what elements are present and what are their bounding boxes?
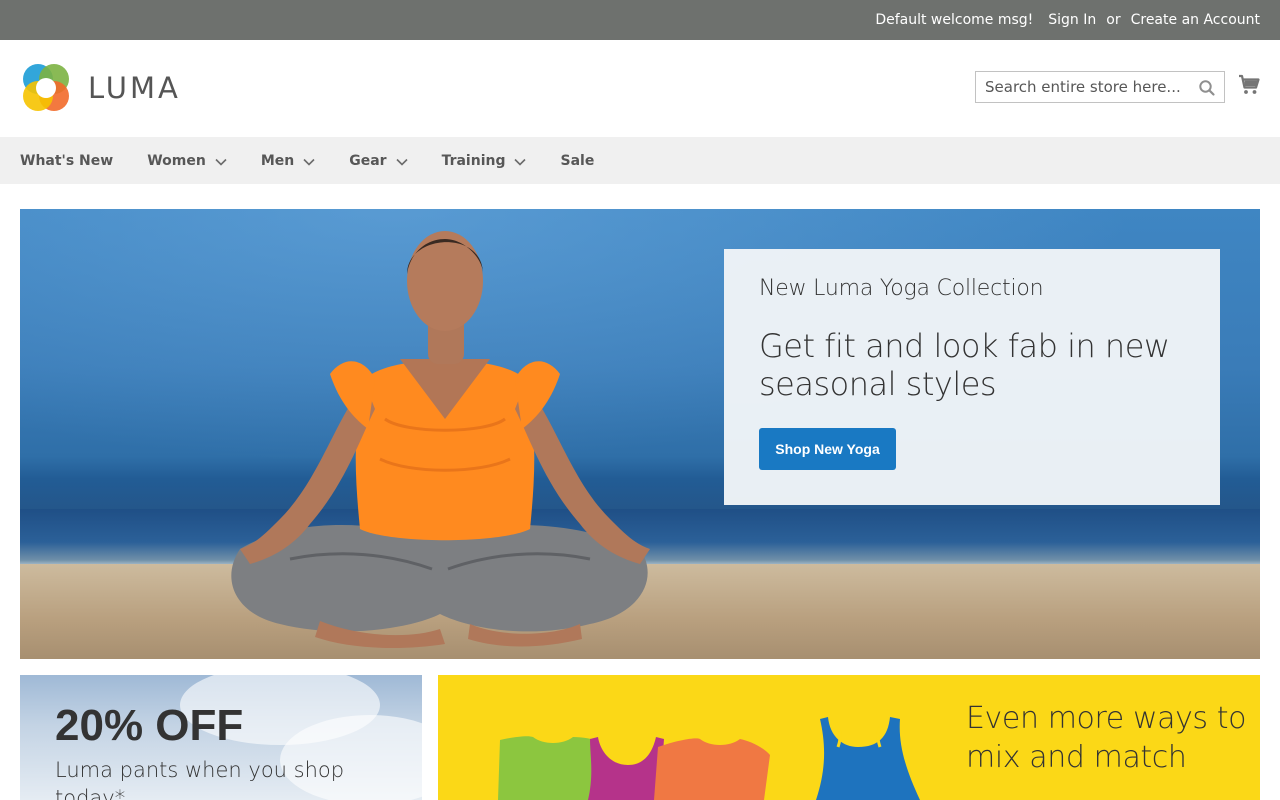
promo-pants-block[interactable]: 20% OFF Luma pants when you shop today* xyxy=(20,675,422,800)
nav-item-label: What's New xyxy=(20,152,114,169)
promo-discount: 20% OFF xyxy=(55,701,244,750)
nav-item-men[interactable]: Men xyxy=(261,137,315,184)
nav-item-label: Women xyxy=(147,152,206,169)
chevron-down-icon xyxy=(303,158,315,166)
nav-item-label: Training xyxy=(441,152,506,169)
nav-item-label: Sale xyxy=(560,152,595,169)
hero-kicker: New Luma Yoga Collection xyxy=(759,276,1044,301)
cart-icon[interactable] xyxy=(1237,73,1261,97)
chevron-down-icon xyxy=(514,158,527,166)
hero-banner[interactable]: New Luma Yoga Collection Get fit and loo… xyxy=(20,209,1260,659)
nav-item-women[interactable]: Women xyxy=(147,137,227,184)
site-header: LUMA xyxy=(0,40,1280,137)
sign-in-link[interactable]: Sign In xyxy=(1048,12,1096,28)
create-account-link[interactable]: Create an Account xyxy=(1131,12,1260,28)
nav-item-label: Men xyxy=(260,152,295,169)
logo-text: LUMA xyxy=(88,71,181,105)
hero-title: Get fit and look fab in new seasonal sty… xyxy=(759,327,1170,403)
search-box xyxy=(975,71,1225,103)
nav-item-gear[interactable]: Gear xyxy=(349,137,408,184)
yoga-woman-image xyxy=(231,231,650,649)
promo-subtext: Luma pants when you shop today* xyxy=(55,758,345,800)
search-icon[interactable] xyxy=(1198,79,1216,97)
top-bar: Default welcome msg! Sign In or Create a… xyxy=(0,0,1280,40)
luma-logo-icon xyxy=(23,64,69,111)
or-separator: or xyxy=(1106,12,1121,28)
welcome-message: Default welcome msg! xyxy=(875,12,1034,28)
hero-panel: New Luma Yoga Collection Get fit and loo… xyxy=(724,249,1220,505)
search-input[interactable] xyxy=(976,72,1196,102)
promo-title: Even more ways to mix and match xyxy=(966,701,1247,775)
shop-new-yoga-button[interactable]: Shop New Yoga xyxy=(759,428,896,470)
chevron-down-icon xyxy=(395,158,408,166)
main-navigation: What's New Women Men Gear Training Sale xyxy=(0,137,1280,184)
nav-item-label: Gear xyxy=(349,152,387,169)
nav-item-whats-new[interactable]: What's New xyxy=(20,137,113,184)
logo[interactable]: LUMA xyxy=(20,62,190,114)
nav-item-training[interactable]: Training xyxy=(442,137,527,184)
nav-item-sale[interactable]: Sale xyxy=(560,137,594,184)
promo-mix-match-block[interactable]: Even more ways to mix and match xyxy=(438,675,1260,800)
top-links: Default welcome msg! Sign In or Create a… xyxy=(875,0,1260,40)
nav-list: What's New Women Men Gear Training Sale xyxy=(20,137,628,184)
chevron-down-icon xyxy=(215,158,227,166)
